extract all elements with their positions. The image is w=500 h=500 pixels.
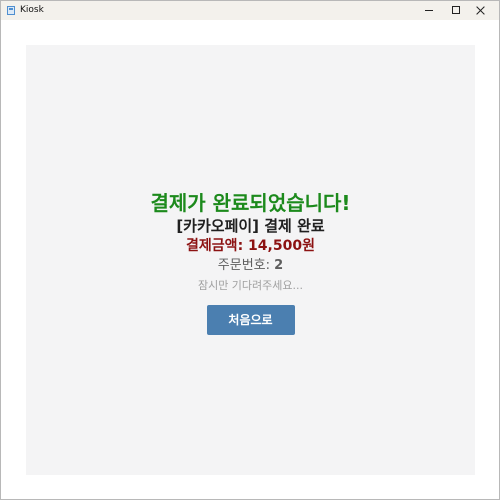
payment-complete-panel: 결제가 완료되었습니다! [카카오페이] 결제 완료 결제금액: 14,500원…	[26, 45, 475, 475]
payment-amount-value: 14,500원	[248, 238, 315, 254]
payment-success-title: 결제가 완료되었습니다!	[150, 191, 351, 215]
payment-amount: 결제금액: 14,500원	[26, 237, 475, 256]
order-number: 주문번호: 2	[26, 257, 475, 275]
wait-message: 잠시만 기다려주세요...	[197, 279, 304, 292]
window-title: Kiosk	[20, 5, 44, 15]
home-button[interactable]: 처음으로	[206, 305, 295, 335]
order-number-label: 주문번호:	[217, 258, 271, 273]
app-window-icon	[7, 6, 15, 15]
kiosk-window: Kiosk 결제가 완료되었습니다! [카카오페이] 결제 완료 결제금액: 1…	[0, 0, 500, 500]
title-bar: Kiosk	[1, 1, 499, 20]
order-number-value: 2	[274, 258, 284, 273]
payment-complete-content: 결제가 완료되었습니다! [카카오페이] 결제 완료 결제금액: 14,500원…	[26, 190, 475, 335]
payment-method-status: [카카오페이] 결제 완료	[176, 217, 325, 235]
payment-amount-label: 결제금액:	[186, 238, 244, 254]
close-icon[interactable]	[458, 1, 500, 20]
